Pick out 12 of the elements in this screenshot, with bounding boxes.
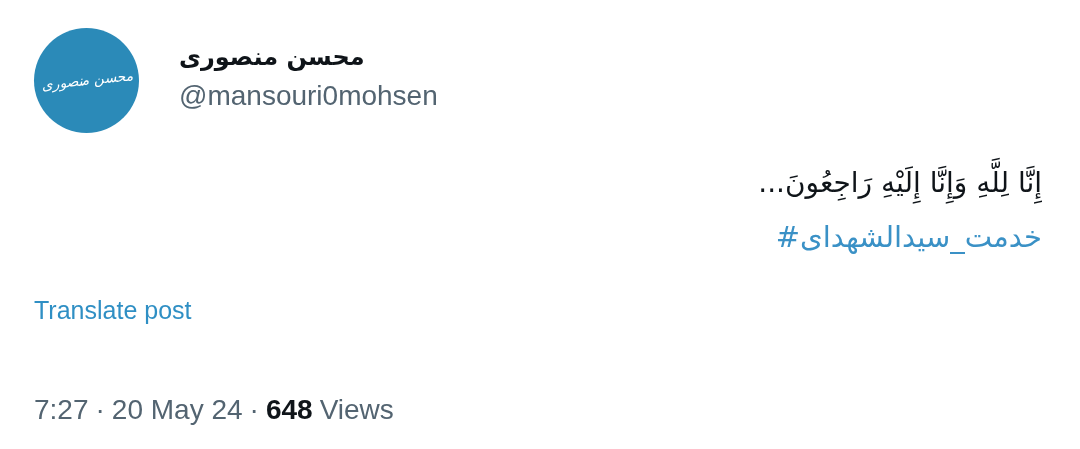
- author-handle[interactable]: @mansouri0mohsen: [179, 79, 438, 112]
- views-label: Views: [319, 394, 394, 426]
- post-time[interactable]: 7:27: [34, 394, 89, 426]
- author-name[interactable]: محسن منصوری: [179, 41, 365, 72]
- hashtag-link[interactable]: #خدمت_سیدالشهدای: [775, 219, 1042, 255]
- translate-link[interactable]: Translate post: [34, 296, 192, 324]
- avatar-calligraphy: محسن منصوری: [39, 66, 134, 95]
- post-date[interactable]: 20 May 24: [111, 394, 243, 426]
- avatar[interactable]: محسن منصوری: [34, 28, 139, 133]
- separator-dot: ·: [249, 394, 259, 426]
- views-count: 648: [265, 394, 313, 426]
- separator-dot: ·: [95, 394, 105, 426]
